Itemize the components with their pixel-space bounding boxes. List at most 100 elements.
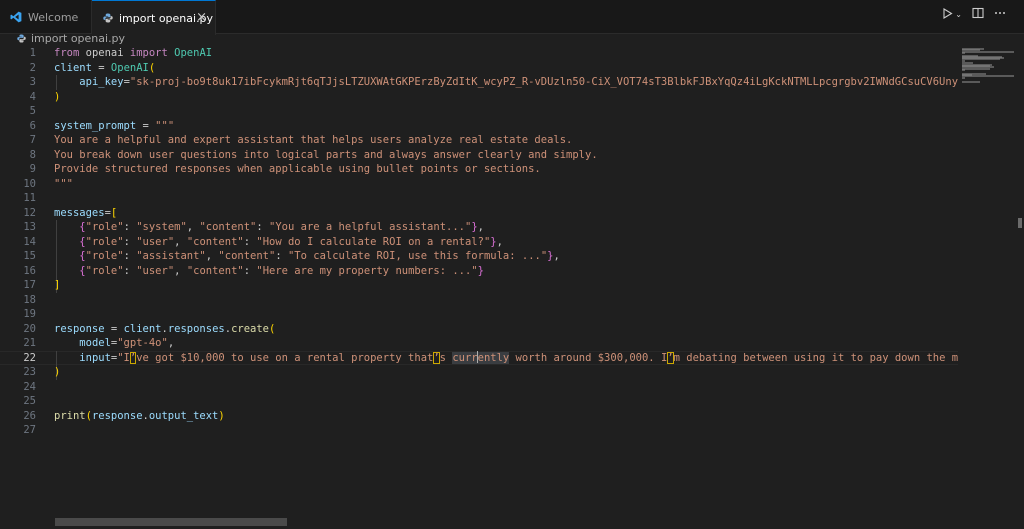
minimap-line — [962, 58, 1000, 61]
code-line[interactable]: 13 {"role": "system", "content": "You ar… — [0, 220, 958, 235]
minimap-line — [962, 80, 980, 83]
code-line[interactable]: 17] — [0, 278, 958, 293]
code-line[interactable]: 21 model="gpt-4o", — [0, 336, 958, 351]
line-number: 16 — [23, 264, 36, 277]
code-line[interactable]: 16 {"role": "user", "content": "Here are… — [0, 264, 958, 279]
code-line[interactable]: 4) — [0, 90, 958, 105]
line-number: 18 — [23, 293, 36, 306]
code-text[interactable]: Provide structured responses when applic… — [54, 162, 958, 177]
line-number: 15 — [23, 250, 36, 262]
code-text[interactable]: messages=[ — [54, 206, 958, 221]
code-editor[interactable]: 1 from openai import OpenAI 2 client = Open… — [0, 46, 958, 529]
tab-welcome[interactable]: Welcome — [0, 0, 92, 34]
code-text[interactable]: """ — [54, 177, 958, 192]
code-line[interactable]: 1 from openai import OpenAI — [0, 46, 958, 61]
vscode-logo-icon — [10, 11, 22, 23]
code-line[interactable]: 8 You break down user questions into logi… — [0, 148, 958, 163]
code-line[interactable]: 7 You are a helpful and expert assistant … — [0, 133, 958, 148]
code-line[interactable]: 18 — [0, 293, 958, 308]
code-text[interactable]: ] — [54, 278, 958, 293]
code-line[interactable]: 11 — [0, 191, 958, 206]
line-number: 14 — [23, 235, 36, 248]
code-text[interactable]: input="I’ve got $10,000 to use on a rent… — [54, 350, 958, 366]
line-number: 27 — [23, 424, 36, 436]
code-text[interactable]: system_prompt = """ — [54, 119, 958, 134]
code-line[interactable]: 27 — [0, 423, 958, 438]
breadcrumb[interactable]: import openai.py — [17, 31, 125, 45]
line-number: 9 — [29, 163, 36, 175]
tab-import-openai[interactable]: import openai.py × — [92, 0, 216, 35]
code-text[interactable]: print(response.output_text) — [54, 409, 958, 424]
line-number: 7 — [29, 134, 36, 146]
code-line[interactable]: 20 response = client.responses.create( — [0, 322, 958, 337]
code-text[interactable]: from openai import OpenAI — [54, 46, 958, 61]
code-line[interactable]: 10 """ — [0, 177, 958, 192]
code-text[interactable]: ) — [54, 90, 958, 105]
code-text[interactable]: response = client.responses.create( — [54, 322, 958, 337]
line-number: 6 — [29, 119, 36, 132]
line-number: 3 — [29, 76, 36, 88]
code-text[interactable]: You are a helpful and expert assistant t… — [54, 133, 958, 148]
minimap-line — [962, 68, 965, 71]
split-editor-icon[interactable] — [972, 7, 984, 22]
code-text[interactable]: ) — [54, 365, 958, 380]
code-line[interactable]: 6 system_prompt = """ — [0, 119, 958, 134]
code-line[interactable]: 19 — [0, 307, 958, 322]
line-number: 11 — [23, 192, 36, 204]
line-number: 4 — [29, 90, 36, 103]
vertical-scrollbar[interactable] — [1018, 46, 1024, 529]
line-number: 10 — [23, 177, 36, 190]
code-text[interactable]: client = OpenAI( — [54, 61, 958, 76]
run-icon[interactable] — [942, 7, 953, 22]
code-text[interactable]: {"role": "user", "content": "How do I ca… — [54, 235, 958, 250]
minimap-line — [962, 75, 1014, 78]
minimap-line — [962, 76, 965, 79]
tab-bar: Welcome import openai.py × ⌄ — [0, 0, 1024, 35]
tab-welcome-label: Welcome — [28, 10, 79, 24]
minimap-line — [962, 50, 1014, 53]
editor-actions: ⌄ — [942, 7, 1006, 22]
close-icon[interactable]: × — [196, 10, 207, 25]
code-text[interactable]: {"role": "user", "content": "Here are my… — [54, 264, 958, 279]
code-text[interactable]: api_key="sk-proj-bo9t8uk17ibFcykmRjt6qTJ… — [54, 75, 958, 90]
code-line[interactable]: 2 client = OpenAI( — [0, 61, 958, 76]
line-number: 23 — [23, 366, 36, 378]
code-line[interactable]: 12 messages=[ — [0, 206, 958, 221]
scrollbar-thumb[interactable] — [1018, 218, 1022, 228]
chevron-down-icon[interactable]: ⌄ — [955, 10, 962, 19]
line-number: 26 — [23, 409, 36, 422]
line-number: 25 — [23, 395, 36, 407]
line-number: 2 — [29, 61, 36, 74]
python-file-icon — [103, 13, 113, 23]
code-line[interactable]: 22 input="I’ve got $10,000 to use on a r… — [0, 350, 958, 366]
minimap-line — [962, 67, 990, 70]
code-line[interactable]: 26 print(response.output_text) — [0, 409, 958, 424]
code-text[interactable]: You break down user questions into logic… — [54, 148, 958, 163]
line-number: 24 — [23, 380, 36, 393]
line-number: 20 — [23, 322, 36, 335]
line-number: 5 — [29, 105, 36, 117]
line-number: 12 — [23, 206, 36, 219]
line-number: 22 — [23, 351, 36, 364]
breadcrumb-file: import openai.py — [31, 31, 126, 45]
code-line[interactable]: 9 Provide structured responses when appli… — [0, 162, 958, 177]
code-text[interactable]: {"role": "assistant", "content": "To cal… — [54, 249, 958, 264]
code-text[interactable]: model="gpt-4o", — [54, 336, 958, 351]
python-file-icon — [17, 33, 26, 43]
code-line[interactable]: 15 {"role": "assistant", "content": "To … — [0, 249, 958, 264]
more-actions-icon[interactable] — [994, 7, 1006, 22]
line-number: 17 — [23, 279, 36, 291]
line-number: 21 — [23, 337, 36, 349]
code-text[interactable]: {"role": "system", "content": "You are a… — [54, 220, 958, 235]
line-number: 8 — [29, 148, 36, 161]
code-line[interactable]: 24 — [0, 380, 958, 395]
line-number: 19 — [23, 308, 36, 320]
line-number: 1 — [29, 47, 36, 59]
code-line[interactable]: 25 — [0, 394, 958, 409]
code-line[interactable]: 3 api_key="sk-proj-bo9t8uk17ibFcykmRjt6q… — [0, 75, 958, 90]
code-line[interactable]: 5 — [0, 104, 958, 119]
horizontal-scrollbar[interactable] — [55, 518, 287, 526]
code-line[interactable]: 23) — [0, 365, 958, 380]
code-line[interactable]: 14 {"role": "user", "content": "How do I… — [0, 235, 958, 250]
minimap[interactable] — [958, 46, 1018, 529]
